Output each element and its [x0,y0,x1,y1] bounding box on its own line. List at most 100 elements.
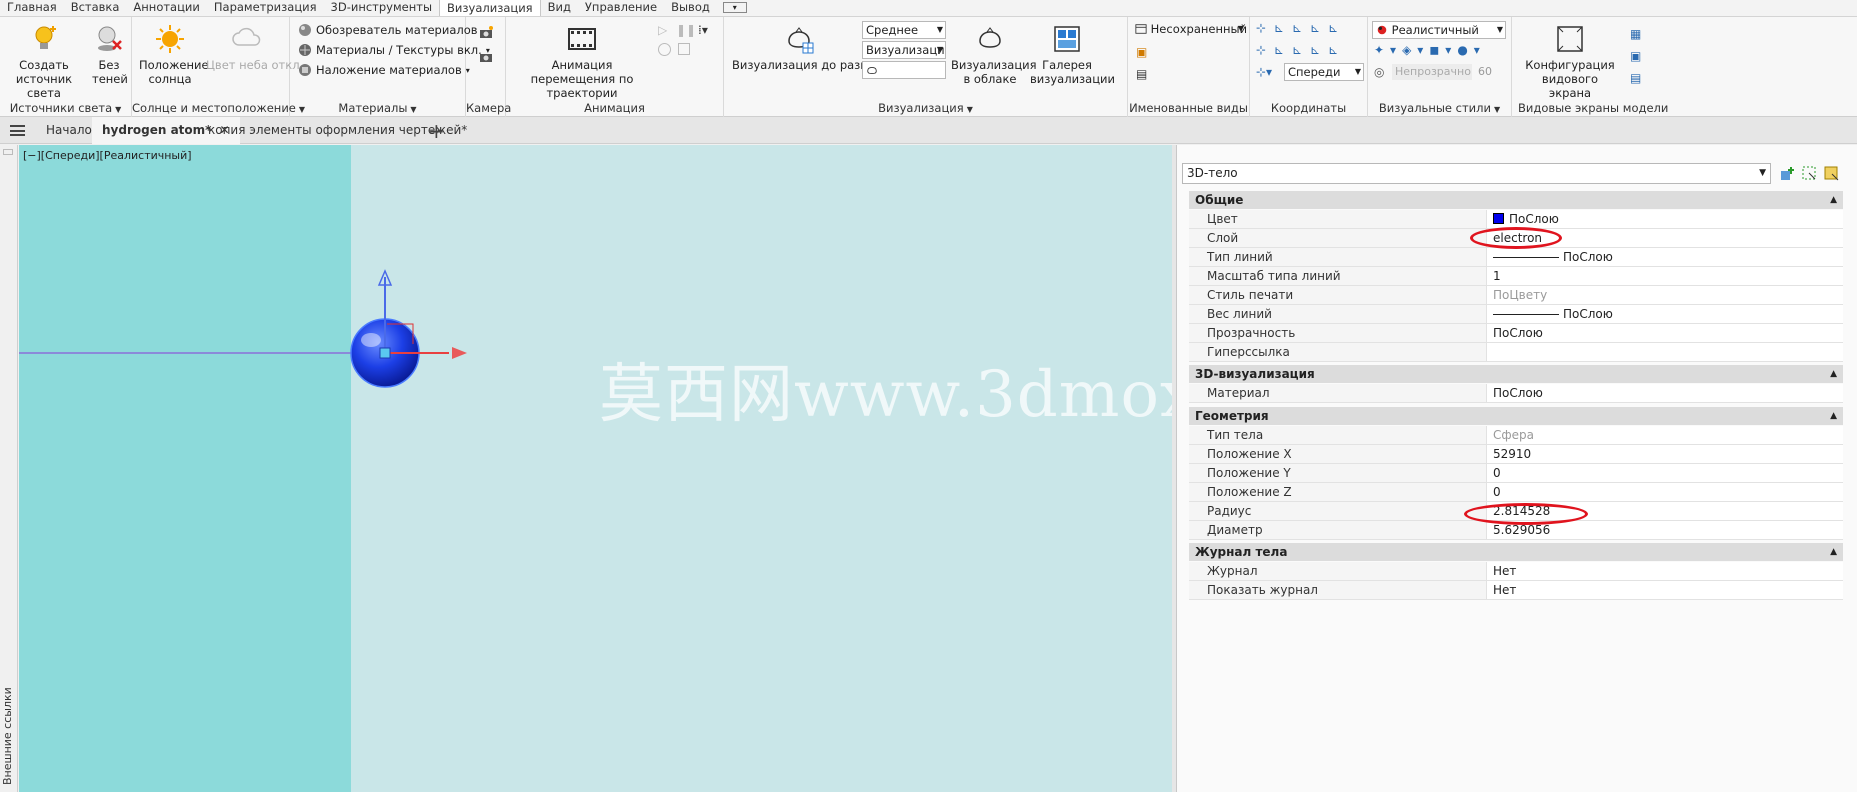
section-header[interactable]: Геометрия ▲ [1189,407,1843,425]
property-row[interactable]: Тип тела Сфера [1189,426,1843,445]
named-view-select[interactable]: Несохраненный ▼ [1132,21,1246,39]
section-header[interactable]: 3D-визуализация ▲ [1189,365,1843,383]
no-shadows-button[interactable]: Без теней [88,23,130,86]
property-value[interactable]: Нет [1493,562,1516,580]
side-strip-handle[interactable] [3,149,13,155]
create-camera-icon[interactable] [478,25,494,41]
render-to-size-button[interactable]: Визуализация до размера ▾ [732,23,897,74]
view-manager-icon[interactable]: ▣ [1136,45,1147,59]
tab-view[interactable]: Вид [541,0,578,16]
property-row[interactable]: Показать журнал Нет [1189,581,1843,600]
tab-visualize[interactable]: Визуализация [439,0,541,16]
panel-title-lights[interactable]: Источники света ▼ [0,101,131,115]
gizmo-origin-grip[interactable] [379,347,391,359]
panel-title-materials[interactable]: Материалы ▼ [290,101,465,115]
section-header[interactable]: Общие ▲ [1189,191,1843,209]
viewport-config-button[interactable]: Конфигурация видового экрана [1522,23,1618,100]
panel-title-render[interactable]: Визуализация ▼ [724,101,1127,115]
opacity-icon[interactable]: ◎ [1374,65,1384,79]
stop-icon[interactable] [678,43,690,55]
materials-browser-button[interactable]: Обозреватель материалов [298,23,478,37]
view-restore-icon[interactable]: ▤ [1136,67,1147,81]
ucs-icons-row2[interactable]: ⊹⊾⊾⊾⊾ [1256,43,1346,57]
property-value[interactable]: ПоЦвету [1493,286,1547,304]
collapse-icon[interactable]: ▲ [1830,191,1837,209]
ucs-icon-world[interactable]: ⊹▾ [1256,65,1272,79]
pause-icon[interactable]: ❚❚ [676,23,696,37]
new-tab-icon[interactable]: + [428,119,445,143]
render-cloud-button[interactable]: Визуализация в облаке [950,23,1037,86]
tab-annotate[interactable]: Аннотации [126,0,206,16]
hamburger-menu-icon[interactable] [10,125,25,136]
property-value[interactable]: ПоСлою [1493,384,1543,402]
panel-camera: Камера [466,17,511,117]
property-row[interactable]: Стиль печати ПоЦвету [1189,286,1843,305]
panel-title-sun[interactable]: Солнце и местоположение ▼ [132,101,305,115]
ribbon-options-icon[interactable]: ▾ [722,2,747,13]
render-gallery-button[interactable]: Галерея визуализации [1030,23,1115,86]
walk-icon[interactable]: ⁞▾ [698,23,708,37]
render-output-field[interactable] [862,61,946,79]
path-animation-button[interactable]: Анимация перемещения по траектории [512,23,652,100]
property-value[interactable]: 0 [1493,483,1501,501]
panel-title-visual-styles[interactable]: Визуальные стили ▼ [1368,101,1511,115]
opacity-value[interactable]: 60 [1478,65,1492,78]
property-value[interactable]: ПоСлою [1493,305,1613,323]
property-row[interactable]: Вес линий ПоСлою [1189,305,1843,324]
viewport-icons[interactable]: ▦ ▣ ▤ [1630,23,1641,89]
property-value[interactable]: 1 [1493,267,1501,285]
property-row[interactable]: Тип линий ПоСлою [1189,248,1843,267]
property-row[interactable]: Журнал Нет [1189,562,1843,581]
property-row[interactable]: Положение Z 0 [1189,483,1843,502]
visual-style-tools-row[interactable]: ✦▾◈▾◼▾●▾ [1374,43,1486,57]
tab-output[interactable]: Вывод [664,0,717,16]
property-value[interactable]: 0 [1493,464,1501,482]
camera-icon[interactable] [478,49,494,65]
toggle-pickadd-icon[interactable] [1779,165,1797,183]
collapse-icon[interactable]: ▲ [1830,407,1837,425]
property-row[interactable]: Прозрачность ПоСлою [1189,324,1843,343]
tab-parametric[interactable]: Параметризация [207,0,324,16]
drawing-viewport[interactable]: [−][Спереди][Реалистичный] 莫西网www.3dmox.… [19,145,1172,792]
property-row[interactable]: Масштаб типа линий 1 [1189,267,1843,286]
property-row[interactable]: Положение X 52910 [1189,445,1843,464]
property-value[interactable]: Сфера [1493,426,1534,444]
render-mode-select[interactable]: Визуализация ...▼ [862,41,946,59]
tab-home[interactable]: Главная [0,0,64,16]
gizmo-x-arrow-icon[interactable] [452,347,467,359]
coordinates-view-select[interactable]: Спереди ▼ [1284,63,1364,81]
linetype-sample [1493,257,1559,258]
render-quality-select[interactable]: Среднее ▼ [862,21,946,39]
property-label: Положение X [1189,445,1487,463]
collapse-icon[interactable]: ▲ [1830,365,1837,383]
property-value[interactable]: ПоСлою [1493,248,1613,266]
tab-insert[interactable]: Вставка [64,0,127,16]
property-row[interactable]: Положение Y 0 [1189,464,1843,483]
file-tab-home[interactable]: Начало [46,117,92,144]
ucs-icons-row1[interactable]: ⊹⊾⊾⊾⊾ [1256,21,1346,35]
property-value[interactable]: 52910 [1493,445,1531,463]
visual-style-select[interactable]: Реалистичный ▼ [1372,21,1506,39]
sun-position-button[interactable]: Положение солнца [138,23,209,86]
property-value[interactable]: ПоСлою [1493,210,1559,228]
property-row[interactable]: Гиперссылка [1189,343,1843,362]
sky-color-button[interactable]: Цвет неба откл. [206,23,303,72]
create-light-button[interactable]: Создать источник света [4,23,84,100]
materials-textures-button[interactable]: Материалы / Текстуры вкл. ▾ [298,43,490,57]
quick-select-icon[interactable] [1823,165,1841,183]
record-icon[interactable] [658,43,671,56]
opacity-field[interactable]: Непрозрачно... [1392,64,1472,80]
section-header[interactable]: Журнал тела ▲ [1189,543,1843,561]
select-objects-icon[interactable] [1801,165,1819,183]
sphere-model[interactable] [19,145,1172,792]
play-icon[interactable]: ▷ [658,23,667,37]
collapse-icon[interactable]: ▲ [1830,543,1837,561]
property-value[interactable]: Нет [1493,581,1516,599]
tab-manage[interactable]: Управление [578,0,664,16]
property-value[interactable]: ПоСлою [1493,324,1543,342]
external-references-label[interactable]: Внешние ссылки [1,685,15,785]
object-type-select[interactable]: 3D-тело ▼ [1182,163,1771,184]
property-row[interactable]: Материал ПоСлою [1189,384,1843,403]
apply-materials-button[interactable]: Наложение материалов ▾ [298,63,470,77]
tab-3d-tools[interactable]: 3D-инструменты [324,0,440,16]
